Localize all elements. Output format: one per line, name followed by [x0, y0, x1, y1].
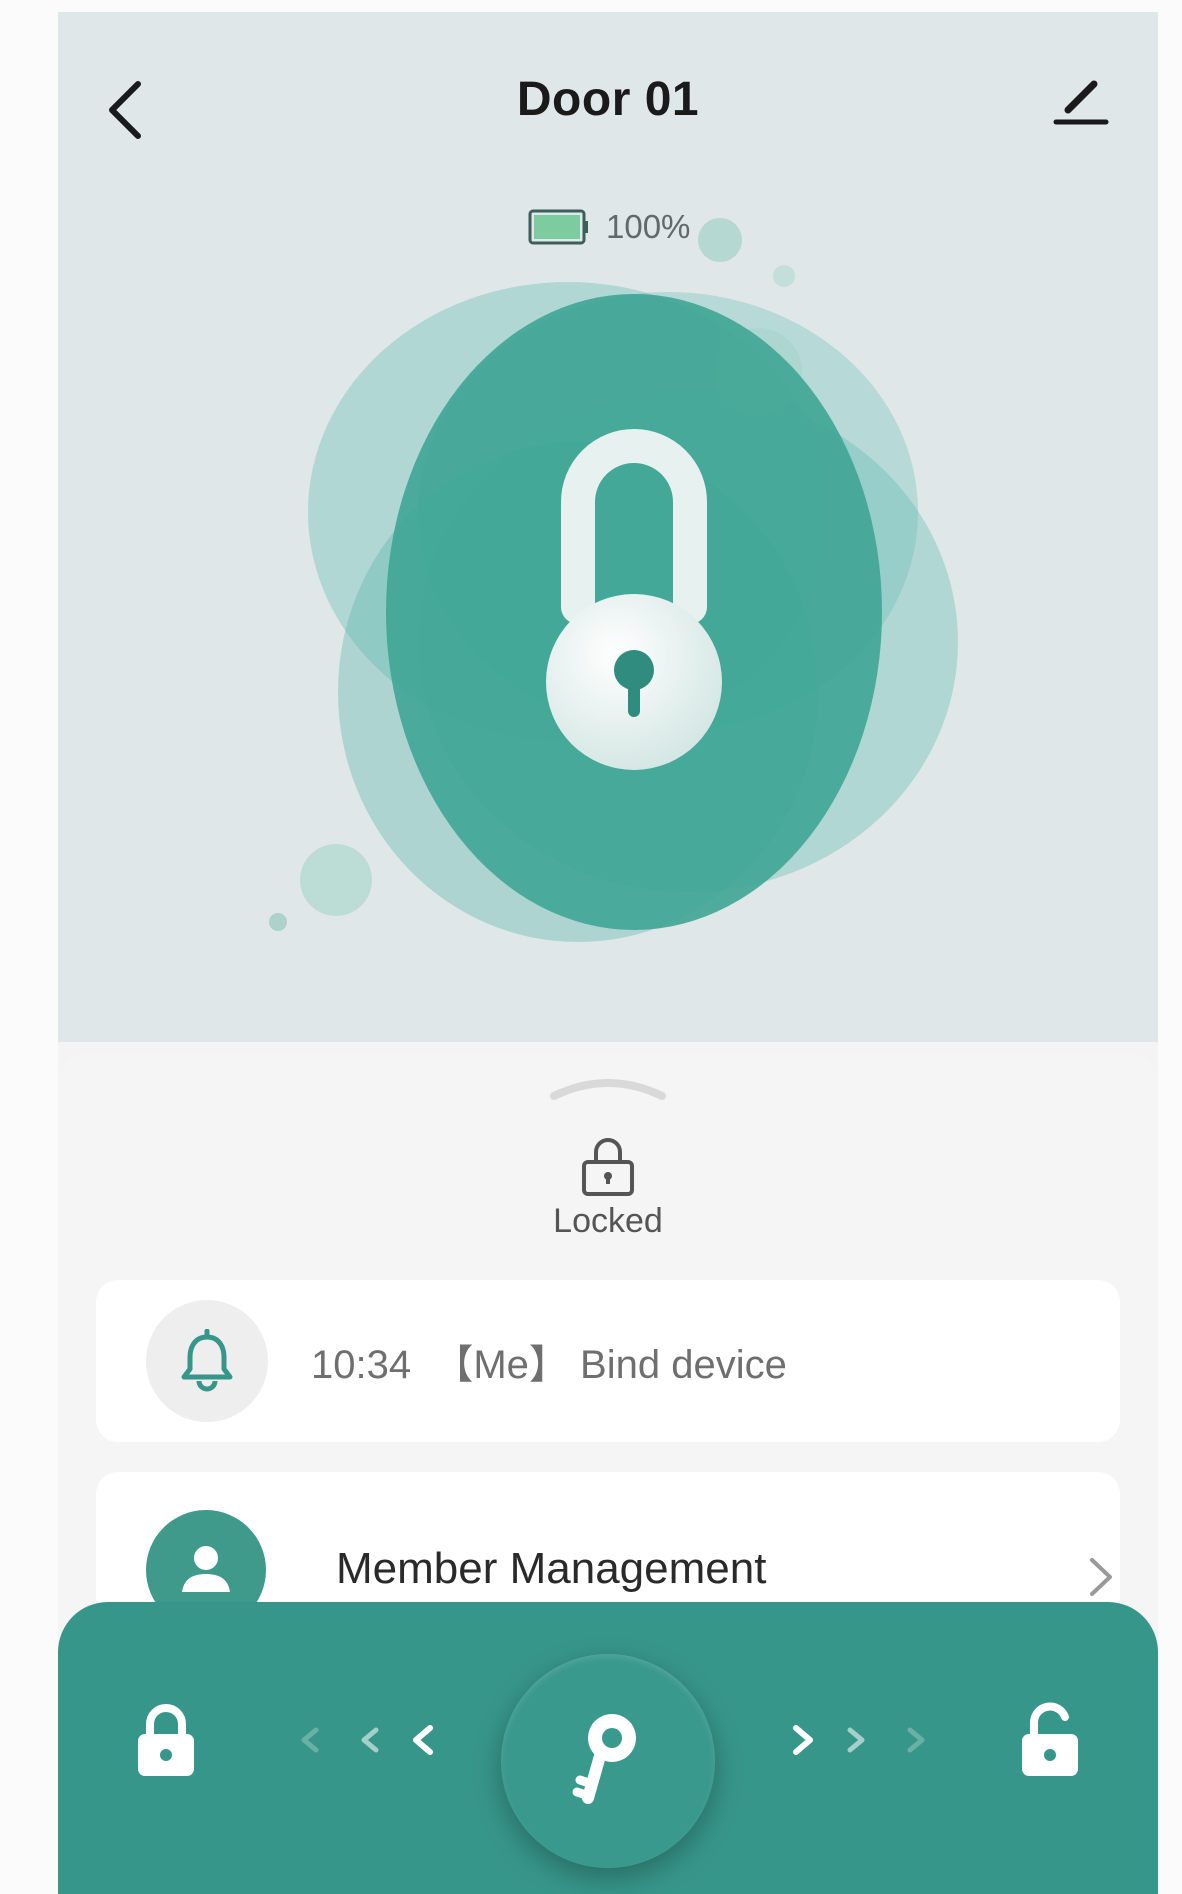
sheet-drag-handle[interactable]: [548, 1072, 668, 1102]
latest-activity-card[interactable]: 10:34 【Me】 Bind device: [96, 1280, 1120, 1442]
log-time: 10:34: [311, 1343, 412, 1387]
lock-button[interactable]: [134, 1702, 198, 1780]
pencil-icon: [1053, 80, 1109, 125]
chevron-right-icon: [1090, 1558, 1112, 1596]
decor-bubble: [300, 844, 372, 916]
page-title: Door 01: [516, 73, 700, 126]
unlock-button[interactable]: [1018, 1700, 1082, 1780]
top-bar: Door 01: [58, 12, 1158, 162]
activity-log-entry: 10:34 【Me】 Bind device: [311, 1332, 787, 1390]
key-icon: [572, 1714, 636, 1804]
decor-bubble: [773, 265, 795, 287]
lock-action-bar: [58, 1602, 1158, 1894]
edit-button[interactable]: [1046, 64, 1116, 134]
slide-right-arrows: [793, 1725, 925, 1755]
lock-status-illustration: [269, 218, 958, 942]
user-icon: [182, 1546, 230, 1592]
lock-closed-icon: [138, 1704, 194, 1776]
member-management-label: Member Management: [336, 1544, 767, 1593]
lock-hero-panel: Door 01 100%: [58, 12, 1158, 1042]
padlock-icon: [582, 1138, 634, 1196]
decor-bubble: [269, 913, 287, 931]
decor-bubble: [698, 218, 742, 262]
log-actor: 【Me】: [433, 1343, 569, 1387]
phone-screen: Door 01 100% Locked 10:34 【Me】 Bind devi…: [58, 12, 1158, 1894]
bell-icon: [181, 1329, 233, 1392]
log-action: Bind device: [580, 1343, 787, 1387]
bell-badge: [146, 1300, 268, 1422]
slide-left-arrows: [301, 1725, 433, 1755]
lock-status-label: Locked: [553, 1202, 663, 1240]
unlock-key-button[interactable]: [501, 1654, 715, 1868]
lock-open-icon: [1022, 1702, 1078, 1776]
